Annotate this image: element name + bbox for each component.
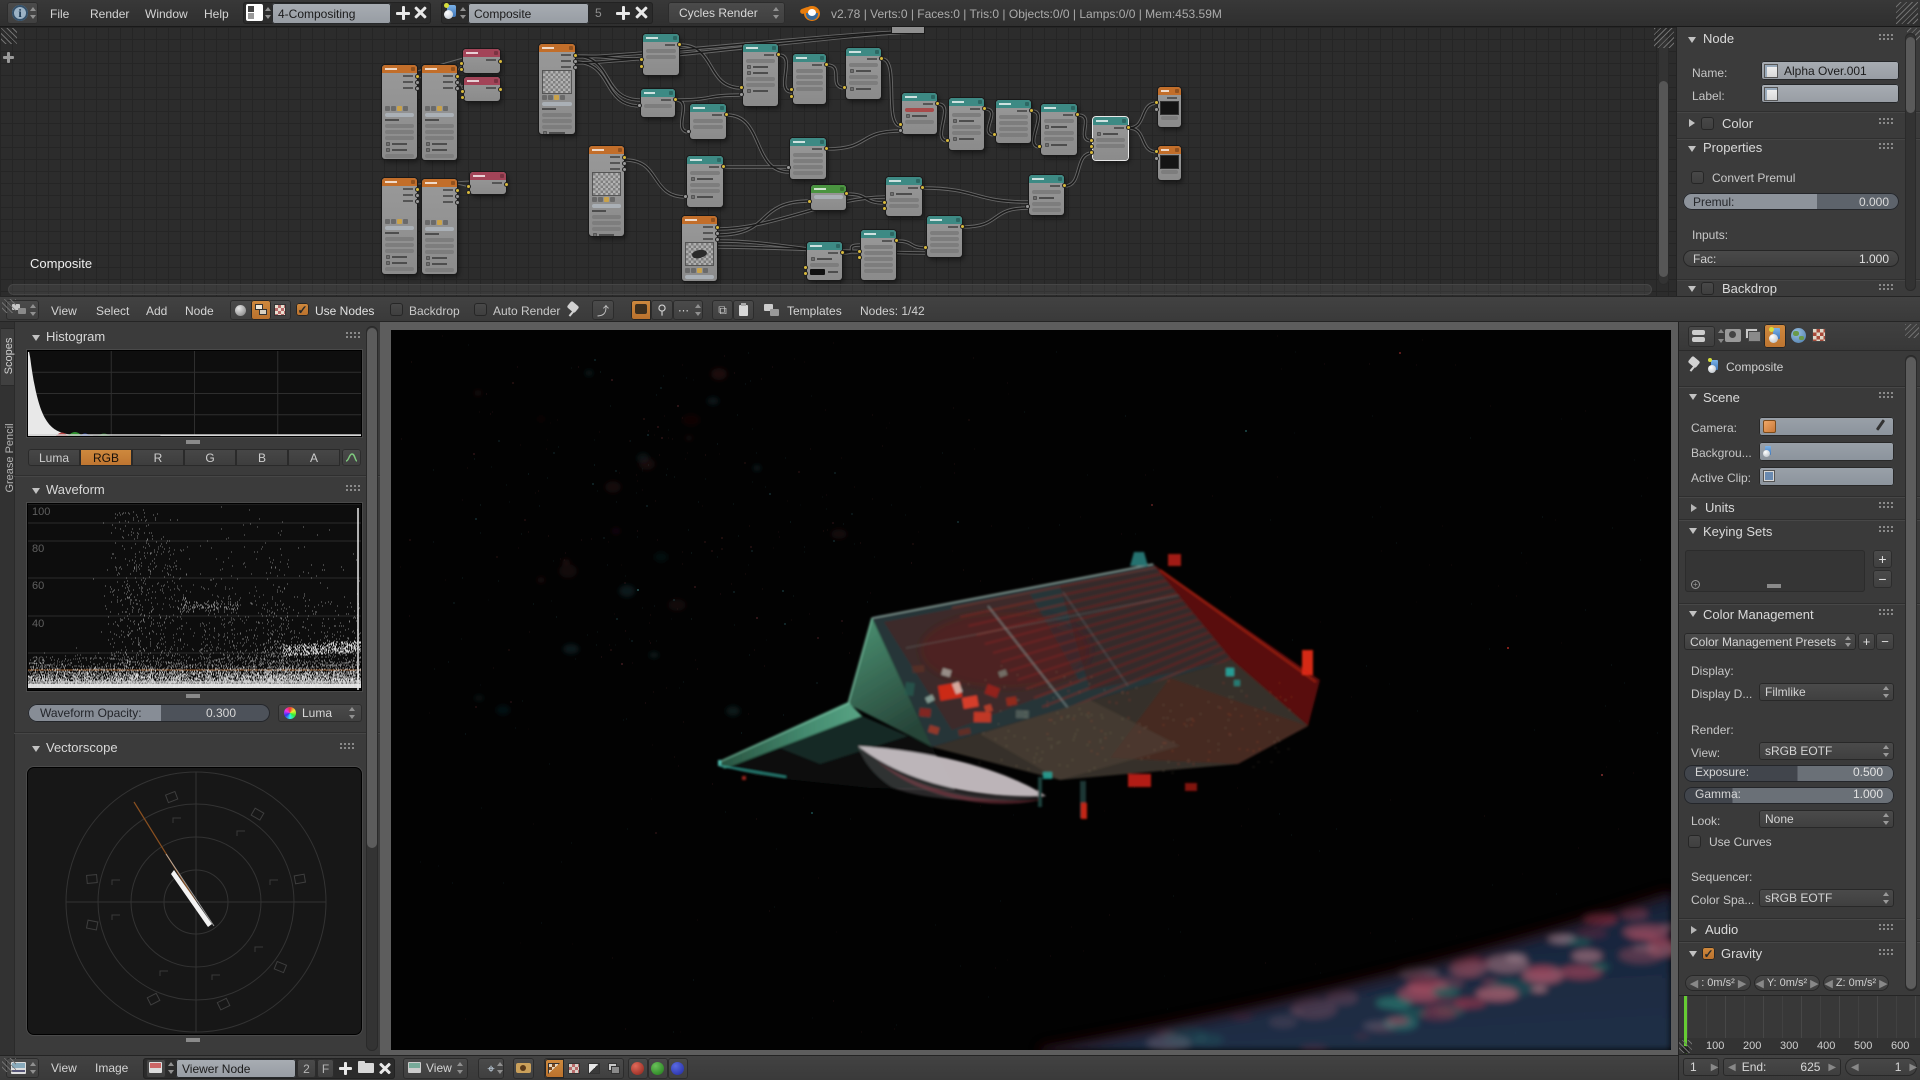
svg-text:80: 80 [32,543,44,555]
svg-text:60: 60 [32,580,44,592]
svg-text:100: 100 [32,506,50,518]
svg-text:40: 40 [32,618,44,630]
